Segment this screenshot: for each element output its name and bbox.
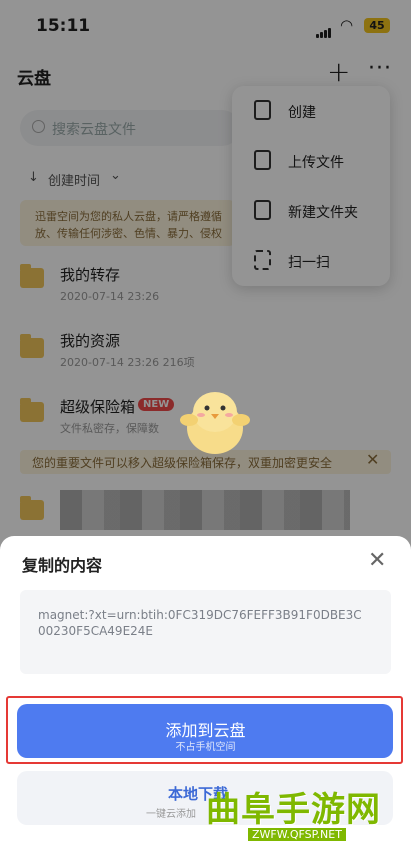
local-download-sublabel: 一键云添加 bbox=[146, 809, 196, 820]
mascot-icon bbox=[180, 392, 250, 454]
close-icon[interactable]: ✕ bbox=[368, 548, 386, 573]
watermark-url: ZWFW.QFSP.NET bbox=[248, 828, 346, 841]
add-to-cloud-sublabel: 不占手机空间 bbox=[175, 742, 236, 753]
copied-link-text: magnet:?xt=urn:btih:0FC319DC76FEFF3B91F0… bbox=[38, 608, 362, 638]
sheet-title: 复制的内容 bbox=[22, 556, 103, 575]
watermark-logo: 曲阜手游网 bbox=[206, 790, 381, 830]
